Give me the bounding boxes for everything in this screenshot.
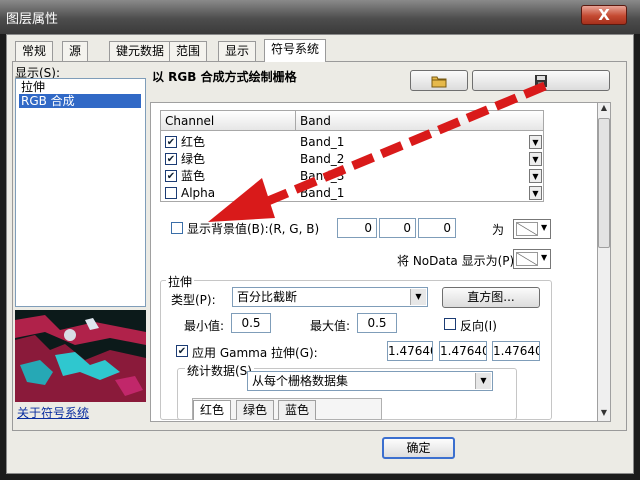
tab-symbology[interactable]: 符号系统: [264, 39, 327, 62]
annotation-arrow: [208, 81, 547, 222]
